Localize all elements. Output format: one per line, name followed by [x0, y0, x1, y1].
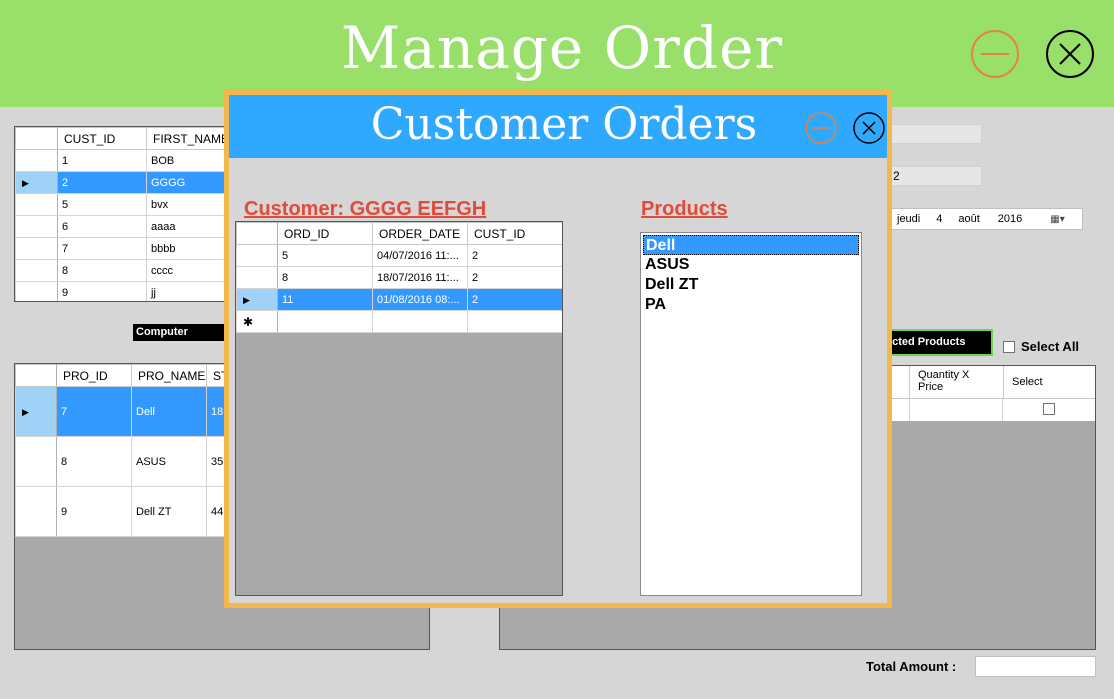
- cell-cust-id[interactable]: 2: [467, 266, 562, 289]
- cell-pro-name[interactable]: Dell: [131, 386, 207, 437]
- cell-cust-id[interactable]: 2: [57, 171, 147, 194]
- table-row[interactable]: ▶ 7 Dell 18: [15, 386, 256, 437]
- cell-quantity-price[interactable]: [909, 399, 1003, 421]
- row-header-corner: [15, 127, 58, 150]
- cell-first-name[interactable]: aaaa: [146, 215, 229, 238]
- total-amount-label: Total Amount :: [866, 659, 957, 674]
- cell-first-name[interactable]: GGGG: [146, 171, 229, 194]
- select-all-checkbox-box[interactable]: [1003, 340, 1015, 353]
- cell-cust-id[interactable]: 6: [57, 215, 147, 238]
- cell-pro-id[interactable]: 9: [56, 486, 132, 537]
- cell-cust-id[interactable]: 1: [57, 149, 147, 172]
- select-all-checkbox[interactable]: Select All: [1003, 339, 1079, 354]
- window-title: Manage Order: [340, 14, 784, 82]
- orders-grid[interactable]: ORD_ID ORDER_DATE CUST_ID 5 04/07/2016 1…: [235, 221, 563, 596]
- col-header-order-date[interactable]: ORDER_DATE: [372, 222, 468, 245]
- cell-first-name[interactable]: BOB: [146, 149, 229, 172]
- row-select-checkbox[interactable]: [1043, 403, 1055, 415]
- minimize-icon[interactable]: [969, 28, 1021, 80]
- selected-products-button[interactable]: ected Products: [878, 329, 993, 356]
- cell-pro-name[interactable]: ASUS: [131, 436, 207, 487]
- date-year: 2016: [997, 213, 1023, 225]
- row-header-corner: [236, 222, 278, 245]
- cell-cust-id[interactable]: 2: [467, 288, 562, 311]
- cell-order-date[interactable]: 18/07/2016 11:...: [372, 266, 468, 289]
- row-header-corner: [15, 364, 57, 387]
- select-all-label: Select All: [1021, 339, 1080, 354]
- cell-pro-name[interactable]: Dell ZT: [131, 486, 207, 537]
- text-field-id-value: 2: [893, 169, 900, 183]
- date-month: août: [958, 213, 980, 225]
- cell-cust-id[interactable]: 9: [57, 281, 147, 301]
- cell-ord-id[interactable]: 5: [277, 244, 373, 267]
- products-label: Products: [641, 198, 728, 220]
- table-row[interactable]: 8 18/07/2016 11:... 2: [236, 266, 562, 289]
- table-row[interactable]: 8 cccc: [15, 259, 229, 282]
- cell-pro-id[interactable]: 7: [56, 386, 132, 437]
- cell-cust-id[interactable]: 5: [57, 193, 147, 216]
- new-row-asterisk-icon: ✱: [243, 314, 254, 329]
- cell-cust-id[interactable]: 2: [467, 244, 562, 267]
- dialog-close-icon[interactable]: [852, 111, 886, 145]
- cell-order-date[interactable]: 01/08/2016 08:...: [372, 288, 468, 311]
- col-header-first-name[interactable]: FIRST_NAME: [146, 127, 229, 150]
- cell-first-name[interactable]: cccc: [146, 259, 229, 282]
- cell-cust-id[interactable]: 8: [57, 259, 147, 282]
- calendar-dropdown-icon[interactable]: ▦▾: [1050, 214, 1064, 225]
- cell-ord-id[interactable]: 11: [277, 288, 373, 311]
- col-header-select[interactable]: Select: [1003, 366, 1095, 399]
- col-header-pro-name[interactable]: PRO_NAME: [131, 364, 207, 387]
- dialog-title: Customer Orders: [370, 99, 758, 150]
- list-item[interactable]: PA: [643, 295, 859, 315]
- dialog-minimize-icon[interactable]: [804, 111, 838, 145]
- table-row[interactable]: 9 jj: [15, 281, 229, 301]
- cell-cust-id[interactable]: 7: [57, 237, 147, 260]
- table-row[interactable]: ▶ 11 01/08/2016 08:... 2: [236, 288, 562, 311]
- table-row[interactable]: 5 04/07/2016 11:... 2: [236, 244, 562, 267]
- customer-label: Customer: GGGG EEFGH: [244, 198, 487, 220]
- customers-grid[interactable]: CUST_ID FIRST_NAME 1 BOB ▶ 2 GGGG 5 bvx …: [14, 126, 230, 302]
- list-item[interactable]: Dell ZT: [643, 275, 859, 295]
- cell-pro-id[interactable]: 8: [56, 436, 132, 487]
- cell-first-name[interactable]: bvx: [146, 193, 229, 216]
- total-amount-field[interactable]: [975, 656, 1096, 677]
- list-item[interactable]: Dell: [643, 235, 859, 255]
- col-header-ord-id[interactable]: ORD_ID: [277, 222, 373, 245]
- cell-first-name[interactable]: bbbb: [146, 237, 229, 260]
- table-row[interactable]: 1 BOB: [15, 149, 229, 172]
- cell-first-name[interactable]: jj: [146, 281, 229, 301]
- text-field-id[interactable]: 2: [880, 166, 982, 186]
- close-icon[interactable]: [1044, 28, 1096, 80]
- table-row[interactable]: 7 bbbb: [15, 237, 229, 260]
- cell-order-date[interactable]: 04/07/2016 11:...: [372, 244, 468, 267]
- new-row[interactable]: ✱: [236, 310, 562, 333]
- row-selector-icon: ▶: [22, 406, 29, 417]
- table-row[interactable]: 8 ASUS 35: [15, 436, 256, 487]
- table-row[interactable]: ▶ 2 GGGG: [15, 171, 229, 194]
- products-listbox[interactable]: Dell ASUS Dell ZT PA: [640, 232, 862, 596]
- col-header-quantity-price[interactable]: Quantity X Price: [909, 366, 1003, 399]
- col-header-pro-id[interactable]: PRO_ID: [56, 364, 132, 387]
- date-day-name: jeudi: [897, 213, 921, 225]
- row-selector-icon: ▶: [243, 294, 250, 305]
- customer-orders-dialog: Customer Orders Customer: GGGG EEFGH Pro…: [224, 90, 892, 608]
- table-row[interactable]: 9 Dell ZT 447: [15, 486, 256, 537]
- table-row[interactable]: 5 bvx: [15, 193, 229, 216]
- row-selector-icon: ▶: [22, 177, 29, 188]
- cell-ord-id[interactable]: 8: [277, 266, 373, 289]
- list-item[interactable]: ASUS: [643, 255, 859, 275]
- col-header-cust-id[interactable]: CUST_ID: [467, 222, 562, 245]
- col-header-cust-id[interactable]: CUST_ID: [57, 127, 147, 150]
- table-row[interactable]: 6 aaaa: [15, 215, 229, 238]
- date-picker[interactable]: jeudi 4 août 2016 ▦▾: [880, 208, 1083, 230]
- category-label: Computer: [133, 324, 225, 341]
- date-day: 4: [936, 213, 943, 225]
